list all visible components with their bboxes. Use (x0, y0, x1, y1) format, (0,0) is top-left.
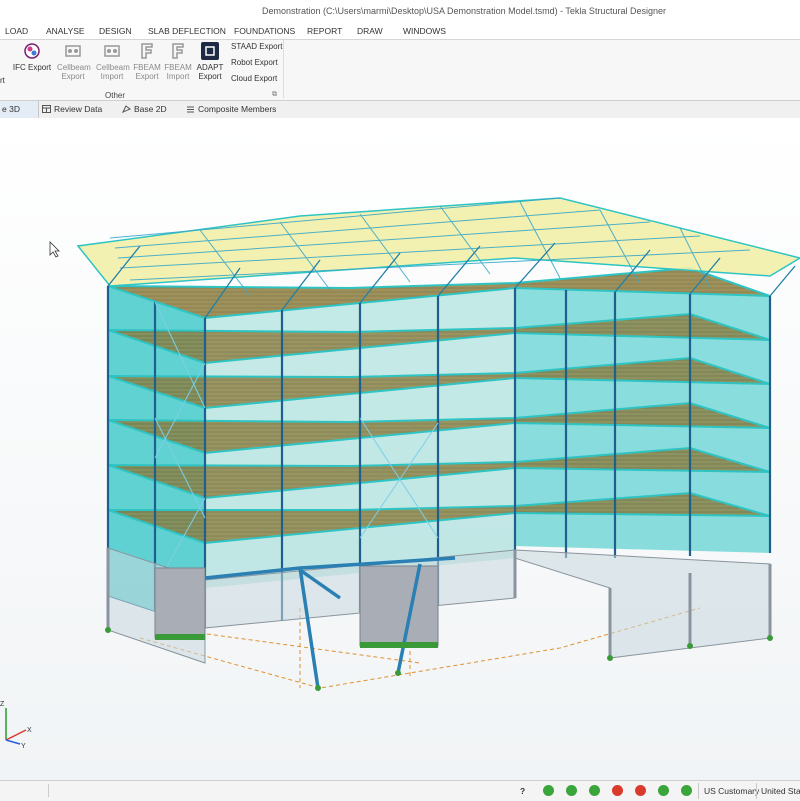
menu-tab-bar: LOAD ANALYSE DESIGN SLAB DEFLECTION FOUN… (0, 22, 800, 40)
units-indicator[interactable]: US Customary (704, 786, 759, 796)
tab-base-2d[interactable]: Base 2D (122, 101, 167, 118)
tab-design[interactable]: DESIGN (99, 26, 132, 36)
model-3d-viewport[interactable]: Z X Y (0, 118, 800, 780)
cellbeam-export-button[interactable]: Cellbeam Export (57, 41, 91, 81)
tab-windows[interactable]: WINDOWS (403, 26, 446, 36)
tab-base-2d-label: Base 2D (134, 104, 167, 114)
ifc-export-button[interactable]: IFC Export (12, 41, 52, 72)
tab-review-data-label: Review Data (54, 104, 103, 114)
status-check-icon-2[interactable] (566, 785, 577, 796)
tab-3d-view[interactable]: e 3D (0, 101, 39, 118)
fbeam-export-icon (141, 43, 153, 59)
fbeam-export-line2: Export (135, 72, 159, 81)
cloud-export-button[interactable]: Cloud Export (231, 74, 277, 83)
cellbeam-export-line2: Export (61, 72, 85, 81)
status-check-icon-1[interactable] (543, 785, 554, 796)
design-code-indicator[interactable]: United State (761, 786, 800, 796)
table-icon (42, 105, 51, 113)
tab-slab-deflection[interactable]: SLAB DEFLECTION (148, 26, 226, 36)
ribbon-panel: rt IFC Export Cellbeam Export Cellbeam I… (0, 40, 800, 101)
adapt-export-line1: ADAPT (196, 63, 224, 72)
dialog-launcher-icon[interactable]: ⧉ (272, 91, 277, 99)
tab-draw[interactable]: DRAW (357, 26, 383, 36)
title-bar: Demonstration (C:\Users\marmi\Desktop\US… (0, 0, 800, 23)
status-left-box (0, 784, 49, 797)
fbeam-export-button[interactable]: FBEAM Export (133, 41, 161, 81)
cellbeam-import-line1: Cellbeam (96, 63, 130, 72)
tab-analyse[interactable]: ANALYSE (46, 26, 85, 36)
tab-composite-members[interactable]: Composite Members (186, 101, 276, 118)
axis-triad: Z X Y (0, 701, 32, 750)
cellbeam-import-icon (104, 45, 120, 57)
adapt-icon (201, 42, 219, 60)
ifc-export-label: IFC Export (12, 63, 52, 72)
status-bar: ? US Customary United State (0, 780, 800, 801)
status-check-icon-4[interactable] (658, 785, 669, 796)
adapt-export-line2: Export (198, 72, 222, 81)
status-divider-2 (756, 783, 757, 799)
status-divider (698, 783, 699, 799)
ribbon-separator (283, 40, 284, 98)
tab-report[interactable]: REPORT (307, 26, 342, 36)
group-label-other: Other (105, 91, 126, 100)
axis-y-label: Y (21, 743, 26, 750)
window-title: Demonstration (C:\Users\marmi\Desktop\US… (262, 6, 666, 16)
view-tab-bar: e 3D Review Data Base 2D Composite Membe… (0, 101, 800, 119)
tab-review-data[interactable]: Review Data (42, 101, 102, 118)
status-check-icon-5[interactable] (681, 785, 692, 796)
cellbeam-export-line1: Cellbeam (57, 63, 91, 72)
robot-export-button[interactable]: Robot Export (231, 58, 278, 67)
cellbeam-export-icon (65, 45, 81, 57)
status-error-icon-1[interactable] (612, 785, 623, 796)
tab-foundations[interactable]: FOUNDATIONS (234, 26, 295, 36)
plan-icon (122, 105, 131, 113)
fbeam-import-line1: FBEAM (164, 63, 192, 72)
status-error-icon-2[interactable] (635, 785, 646, 796)
axis-z-label: Z (0, 701, 5, 708)
help-icon[interactable]: ? (520, 786, 525, 796)
list-icon (187, 106, 194, 113)
fbeam-import-button[interactable]: FBEAM Import (164, 41, 192, 81)
staad-export-button[interactable]: STAAD Export (231, 42, 282, 51)
adapt-export-button[interactable]: ADAPT Export (196, 41, 224, 81)
status-check-icon-3[interactable] (589, 785, 600, 796)
fbeam-import-icon (172, 43, 184, 59)
mouse-cursor-icon (49, 241, 60, 258)
cellbeam-import-button[interactable]: Cellbeam Import (96, 41, 130, 81)
fbeam-export-line1: FBEAM (133, 63, 161, 72)
cut-off-button-label[interactable]: rt (0, 76, 5, 85)
tab-composite-members-label: Composite Members (198, 104, 277, 114)
tab-load[interactable]: LOAD (5, 26, 28, 36)
ifc-icon (24, 43, 40, 59)
structural-model-3d: Z X Y (0, 197, 800, 750)
axis-x-label: X (27, 727, 32, 734)
cellbeam-import-line2: Import (100, 72, 124, 81)
fbeam-import-line2: Import (166, 72, 190, 81)
